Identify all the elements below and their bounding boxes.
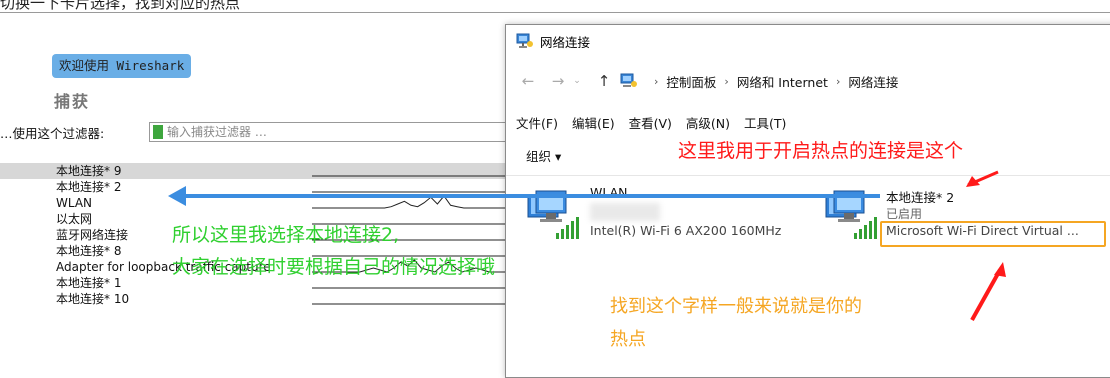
- menu-tools[interactable]: 工具(T): [744, 113, 786, 132]
- interface-name: 本地连接* 8: [56, 244, 122, 258]
- breadcrumb-control-panel[interactable]: 控制面板: [666, 72, 716, 91]
- blurred-network-name: [590, 203, 660, 221]
- annotation-green-line1: 所以这里我选择本地连接2,: [172, 224, 400, 246]
- previous-page-strip: 切换一下卡片选择，找到对应的热点: [0, 0, 1110, 13]
- interface-name: 本地连接* 10: [56, 292, 130, 306]
- network-adapter-icon: [527, 190, 579, 239]
- traffic-sparkline: [312, 175, 510, 177]
- annotation-green-line2: 大家在选择时要根据自己的情况选择哦: [172, 256, 496, 278]
- annotation-orange-line1: 找到这个字样一般来说就是你的: [610, 296, 862, 317]
- breadcrumb-network-connections[interactable]: 网络连接: [848, 72, 898, 91]
- interface-row[interactable]: WLAN: [0, 195, 510, 211]
- interface-row[interactable]: 本地连接* 2: [0, 179, 510, 195]
- network-adapter-icon: [825, 190, 877, 239]
- window-titlebar: 网络连接: [506, 25, 1110, 57]
- up-arrow-icon[interactable]: ↑: [596, 72, 612, 90]
- traffic-sparkline: [312, 191, 510, 193]
- organize-button[interactable]: 组织 ▾: [526, 146, 561, 165]
- interface-name: 本地连接* 9: [56, 164, 122, 178]
- interface-name: WLAN: [56, 196, 93, 210]
- menu-bar: 文件(F) 编辑(E) 查看(V) 高级(N) 工具(T): [516, 113, 800, 132]
- connection-adapter: Intel(R) Wi-Fi 6 AX200 160MHz: [590, 223, 782, 238]
- interface-name: 蓝牙网络连接: [56, 228, 129, 242]
- connection-status: 已启用: [886, 207, 923, 221]
- traffic-sparkline: [312, 195, 510, 209]
- connection-name: 本地连接* 2: [886, 190, 955, 205]
- clipped-caption: 切换一下卡片选择，找到对应的热点: [0, 0, 241, 12]
- annotation-orange-line2: 热点: [610, 329, 646, 350]
- welcome-tab[interactable]: 欢迎使用 Wireshark: [52, 54, 192, 78]
- connection-wlan[interactable]: WLAN Intel(R) Wi-Fi 6 AX200 160MHz: [526, 183, 781, 243]
- network-folder-icon: [516, 33, 533, 48]
- interface-name: 本地连接* 1: [56, 276, 122, 290]
- capture-heading: 捕获: [54, 92, 91, 111]
- interface-row[interactable]: 本地连接* 9: [0, 163, 510, 179]
- breadcrumb-separator-icon: ›: [654, 74, 659, 88]
- adapter-highlight-box: [880, 221, 1106, 247]
- menu-view[interactable]: 查看(V): [629, 113, 672, 132]
- interface-row[interactable]: 本地连接* 10: [0, 291, 510, 307]
- wireshark-welcome-panel: 欢迎使用 Wireshark 捕获 …使用这个过滤器: 本地连接* 9 本地连接*…: [0, 13, 510, 374]
- breadcrumb-separator-icon: ›: [724, 74, 729, 88]
- forward-arrow-icon[interactable]: →: [550, 72, 566, 90]
- capture-filter-row: …使用这个过滤器:: [0, 122, 510, 142]
- back-arrow-icon[interactable]: ←: [520, 72, 536, 90]
- menu-advanced[interactable]: 高级(N): [686, 113, 730, 132]
- recent-chevron-icon[interactable]: ⌄: [572, 76, 582, 86]
- traffic-sparkline: [312, 303, 510, 305]
- annotation-red-note: 这里我用于开启热点的连接是这个: [678, 140, 964, 162]
- menu-file[interactable]: 文件(F): [516, 113, 558, 132]
- filter-label: …使用这个过滤器:: [0, 125, 105, 141]
- navigation-bar: ← → ⌄ ↑ › 控制面板 › 网络和 Internet › 网络连接: [506, 65, 1110, 97]
- toolbar-divider: [506, 175, 1110, 176]
- breadcrumb: › 控制面板 › 网络和 Internet › 网络连接: [646, 72, 898, 91]
- bookmark-icon[interactable]: [153, 125, 163, 139]
- control-panel-icon: [620, 73, 637, 87]
- network-connections-window: 网络连接 ← → ⌄ ↑ › 控制面板 › 网络和 Internet › 网络连…: [505, 24, 1110, 378]
- window-title: 网络连接: [540, 34, 591, 50]
- breadcrumb-separator-icon: ›: [835, 74, 841, 88]
- breadcrumb-network-internet[interactable]: 网络和 Internet: [737, 72, 828, 91]
- interface-name: 以太网: [56, 212, 93, 226]
- menu-edit[interactable]: 编辑(E): [572, 113, 615, 132]
- capture-filter-input[interactable]: [167, 125, 487, 139]
- capture-filter-box[interactable]: [149, 122, 510, 142]
- connection-name: WLAN: [590, 185, 628, 200]
- interface-name: 本地连接* 2: [56, 180, 122, 194]
